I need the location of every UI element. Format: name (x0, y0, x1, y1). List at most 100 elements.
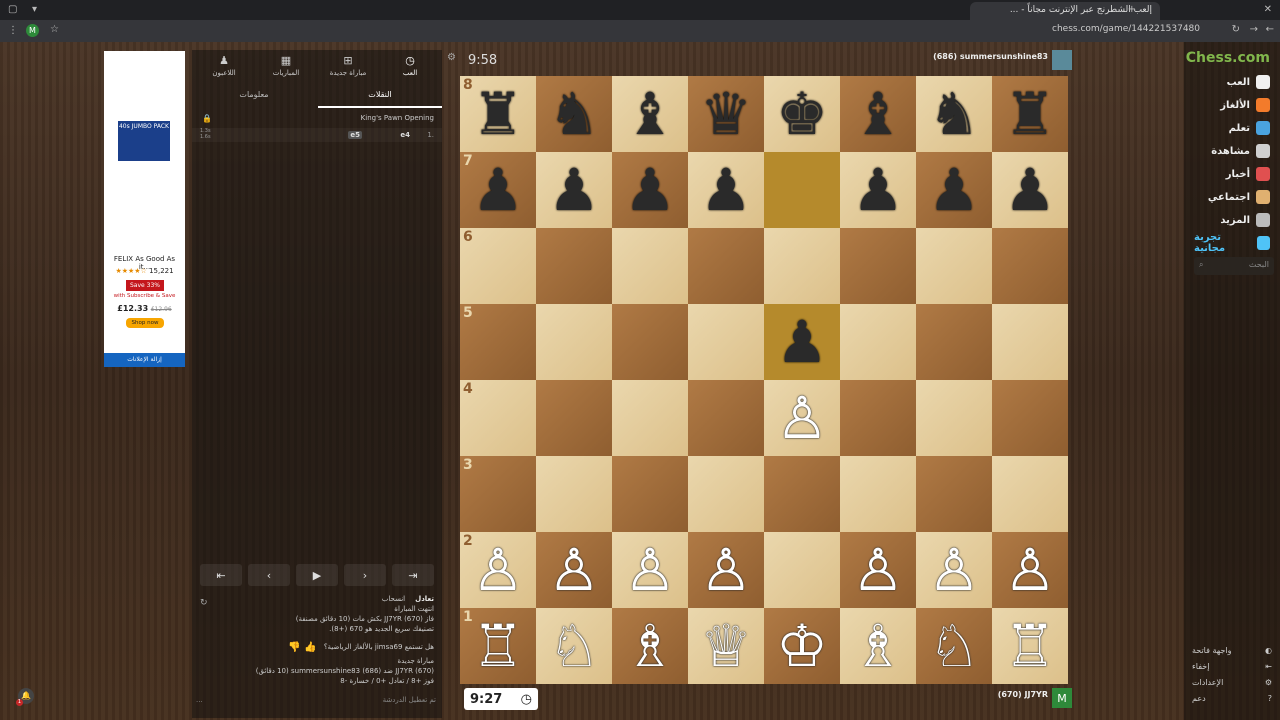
square-a1[interactable]: 1 ♖ (460, 608, 536, 684)
square-e5[interactable]: ♟ (764, 304, 840, 380)
square-h8[interactable]: ♜ (992, 76, 1068, 152)
nav-item-5[interactable]: اجتماعي (1194, 187, 1270, 207)
square-b6[interactable] (536, 228, 612, 304)
player-name[interactable]: JJ7YR (1025, 690, 1048, 699)
nav-bottom-collapse[interactable]: ⇤ إخفاء (1192, 662, 1272, 671)
nav-item-0[interactable]: العب (1194, 72, 1270, 92)
square-d2[interactable]: ♙ (688, 532, 764, 608)
black-piece[interactable]: ♟ (928, 161, 980, 219)
subtab-moves[interactable]: النقلات (318, 88, 442, 108)
thumbs-down-icon[interactable]: 👎 (288, 642, 300, 653)
square-f8[interactable]: ♝ (840, 76, 916, 152)
square-a7[interactable]: 7 ♟ (460, 152, 536, 228)
chess-board[interactable]: 8 ♜ ♞ ♝ ♛ ♚ ♝ ♞ ♜ 7 ♟ ♟ ♟ ♟ ♟ ♟ ♟ 6 5 ♟ 4 ♙ 3 2 ♙ ♙ ♙ ♙ ♙ ♙ ♙ 1 ♖ ♘ ♗ ♕ ♔ ♗ ♘ ♖ (460, 76, 1068, 684)
square-b3[interactable] (536, 456, 612, 532)
board-settings-gear-icon[interactable]: ⚙ (447, 52, 456, 63)
chess-com-logo[interactable]: Chess.com (1186, 50, 1270, 66)
square-b2[interactable]: ♙ (536, 532, 612, 608)
square-c1[interactable]: ♗ (612, 608, 688, 684)
remove-ads-button[interactable]: إزالة الإعلانات (104, 353, 185, 367)
square-d6[interactable] (688, 228, 764, 304)
white-piece[interactable]: ♗ (624, 617, 676, 675)
tab-players[interactable]: ♟ اللاعبون (196, 54, 252, 77)
nav-item-6[interactable]: المزيد (1194, 210, 1270, 230)
black-piece[interactable]: ♟ (548, 161, 600, 219)
square-c8[interactable]: ♝ (612, 76, 688, 152)
nav-bottom-theme[interactable]: ◐ واجهة فاتحة (1192, 646, 1272, 655)
square-a8[interactable]: 8 ♜ (460, 76, 536, 152)
nav-item-3[interactable]: مشاهدة (1194, 141, 1270, 161)
black-piece[interactable]: ♟ (700, 161, 752, 219)
square-d7[interactable]: ♟ (688, 152, 764, 228)
first-move-button[interactable]: ⇤ (200, 564, 242, 586)
square-f6[interactable] (840, 228, 916, 304)
more-menu-icon[interactable]: ⋮ (8, 25, 18, 36)
square-e4[interactable]: ♙ (764, 380, 840, 456)
square-g2[interactable]: ♙ (916, 532, 992, 608)
square-e3[interactable] (764, 456, 840, 532)
subtab-info[interactable]: معلومات (192, 88, 316, 108)
bookmark-star-icon[interactable]: ☆ (50, 24, 59, 35)
square-e2[interactable] (764, 532, 840, 608)
square-h6[interactable] (992, 228, 1068, 304)
white-move[interactable]: e4 (400, 131, 410, 139)
forward-icon[interactable]: → (1250, 24, 1258, 35)
draw-button[interactable]: تعادل (415, 594, 434, 604)
white-piece[interactable]: ♘ (928, 617, 980, 675)
white-piece[interactable]: ♙ (776, 389, 828, 447)
black-piece[interactable]: ♟ (776, 313, 828, 371)
square-h7[interactable]: ♟ (992, 152, 1068, 228)
square-b4[interactable] (536, 380, 612, 456)
prev-move-button[interactable]: ‹ (248, 564, 290, 586)
square-d1[interactable]: ♕ (688, 608, 764, 684)
square-a2[interactable]: 2 ♙ (460, 532, 536, 608)
ad-product-image[interactable]: 40s JUMBO PACK (118, 121, 170, 161)
white-piece[interactable]: ♖ (1004, 617, 1056, 675)
reload-icon[interactable]: ↻ (1232, 24, 1240, 35)
square-f5[interactable] (840, 304, 916, 380)
square-a6[interactable]: 6 (460, 228, 536, 304)
square-b5[interactable] (536, 304, 612, 380)
white-piece[interactable]: ♙ (548, 541, 600, 599)
square-d3[interactable] (688, 456, 764, 532)
window-menu-icon[interactable]: ▢ (8, 4, 17, 15)
square-d8[interactable]: ♛ (688, 76, 764, 152)
url-field[interactable]: chess.com/game/144221537480 (1052, 24, 1200, 34)
square-h5[interactable] (992, 304, 1068, 380)
resign-button[interactable]: انسحاب (382, 594, 405, 604)
nav-item-2[interactable]: تعلم (1194, 118, 1270, 138)
square-h1[interactable]: ♖ (992, 608, 1068, 684)
square-c3[interactable] (612, 456, 688, 532)
square-g5[interactable] (916, 304, 992, 380)
white-piece[interactable]: ♙ (472, 541, 524, 599)
white-piece[interactable]: ♙ (928, 541, 980, 599)
nav-bottom-settings[interactable]: ⚙ الإعدادات (1192, 678, 1272, 687)
white-piece[interactable]: ♙ (624, 541, 676, 599)
square-g7[interactable]: ♟ (916, 152, 992, 228)
ad-shop-button[interactable]: Shop now (126, 318, 164, 328)
tab-play[interactable]: ◷ العب (382, 54, 438, 77)
profile-avatar[interactable]: M (26, 24, 39, 37)
black-piece[interactable]: ♜ (472, 85, 524, 143)
white-piece[interactable]: ♖ (472, 617, 524, 675)
ad-banner[interactable]: 40s JUMBO PACK FELIX As Good As it... ★★… (104, 51, 185, 367)
square-c7[interactable]: ♟ (612, 152, 688, 228)
square-e7[interactable] (764, 152, 840, 228)
black-piece[interactable]: ♚ (776, 85, 828, 143)
square-a5[interactable]: 5 (460, 304, 536, 380)
square-b7[interactable]: ♟ (536, 152, 612, 228)
square-h4[interactable] (992, 380, 1068, 456)
black-piece[interactable]: ♜ (1004, 85, 1056, 143)
white-piece[interactable]: ♙ (700, 541, 752, 599)
white-piece[interactable]: ♘ (548, 617, 600, 675)
black-piece[interactable]: ♟ (624, 161, 676, 219)
tab-games[interactable]: ▦ المباريات (258, 54, 314, 77)
black-piece[interactable]: ♟ (472, 161, 524, 219)
square-e1[interactable]: ♔ (764, 608, 840, 684)
white-piece[interactable]: ♙ (1004, 541, 1056, 599)
nav-item-4[interactable]: أخبار (1194, 164, 1270, 184)
black-move[interactable]: e5 (348, 131, 362, 139)
thumbs-up-icon[interactable]: 👍 (304, 642, 316, 653)
black-piece[interactable]: ♝ (852, 85, 904, 143)
nav-bottom-help[interactable]: ? دعم (1192, 694, 1272, 703)
